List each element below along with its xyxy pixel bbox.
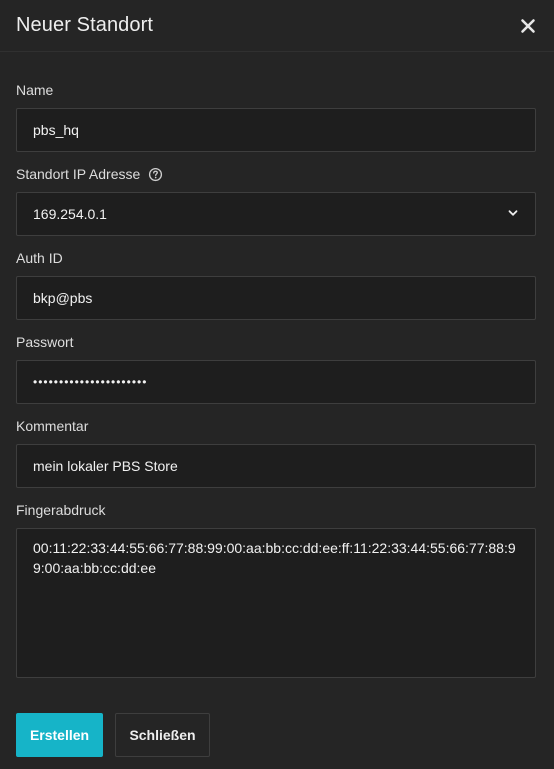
- create-button[interactable]: Erstellen: [16, 713, 103, 757]
- name-label: Name: [16, 82, 54, 98]
- fingerprint-label: Fingerabdruck: [16, 502, 106, 518]
- close-button[interactable]: Schließen: [115, 713, 210, 757]
- fingerprint-value: 00:11:22:33:44:55:66:77:88:99:00:aa:bb:c…: [33, 540, 516, 576]
- auth-id-label: Auth ID: [16, 250, 63, 266]
- comment-input[interactable]: mein lokaler PBS Store: [16, 444, 536, 488]
- auth-id-input[interactable]: bkp@pbs: [16, 276, 536, 320]
- close-icon[interactable]: [516, 14, 540, 38]
- name-field-group: Name pbs_hq: [16, 80, 536, 152]
- auth-id-value: bkp@pbs: [33, 290, 93, 306]
- dialog-header: Neuer Standort: [0, 0, 554, 52]
- name-value: pbs_hq: [33, 122, 79, 138]
- password-field-group: Passwort ••••••••••••••••••••••: [16, 332, 536, 404]
- fingerprint-textarea[interactable]: 00:11:22:33:44:55:66:77:88:99:00:aa:bb:c…: [16, 528, 536, 678]
- dialog-title: Neuer Standort: [16, 14, 154, 36]
- password-value: ••••••••••••••••••••••: [33, 375, 148, 389]
- password-input[interactable]: ••••••••••••••••••••••: [16, 360, 536, 404]
- help-circle-icon[interactable]: [148, 167, 163, 182]
- new-location-dialog: Neuer Standort Name pbs_hq Standort IP A…: [0, 0, 554, 769]
- ip-label-row: Standort IP Adresse: [16, 164, 536, 184]
- comment-label: Kommentar: [16, 418, 89, 434]
- dialog-footer: Erstellen Schließen: [16, 713, 210, 757]
- auth-id-field-group: Auth ID bkp@pbs: [16, 248, 536, 320]
- name-input[interactable]: pbs_hq: [16, 108, 536, 152]
- ip-label: Standort IP Adresse: [16, 166, 141, 182]
- ip-select[interactable]: 169.254.0.1: [16, 192, 536, 236]
- password-label: Passwort: [16, 334, 74, 350]
- fingerprint-field-group: Fingerabdruck 00:11:22:33:44:55:66:77:88…: [16, 500, 536, 678]
- comment-field-group: Kommentar mein lokaler PBS Store: [16, 416, 536, 488]
- ip-value: 169.254.0.1: [33, 206, 107, 222]
- chevron-down-icon: [507, 206, 519, 222]
- comment-value: mein lokaler PBS Store: [33, 458, 178, 474]
- ip-field-group: Standort IP Adresse 169.254.0.1: [16, 164, 536, 236]
